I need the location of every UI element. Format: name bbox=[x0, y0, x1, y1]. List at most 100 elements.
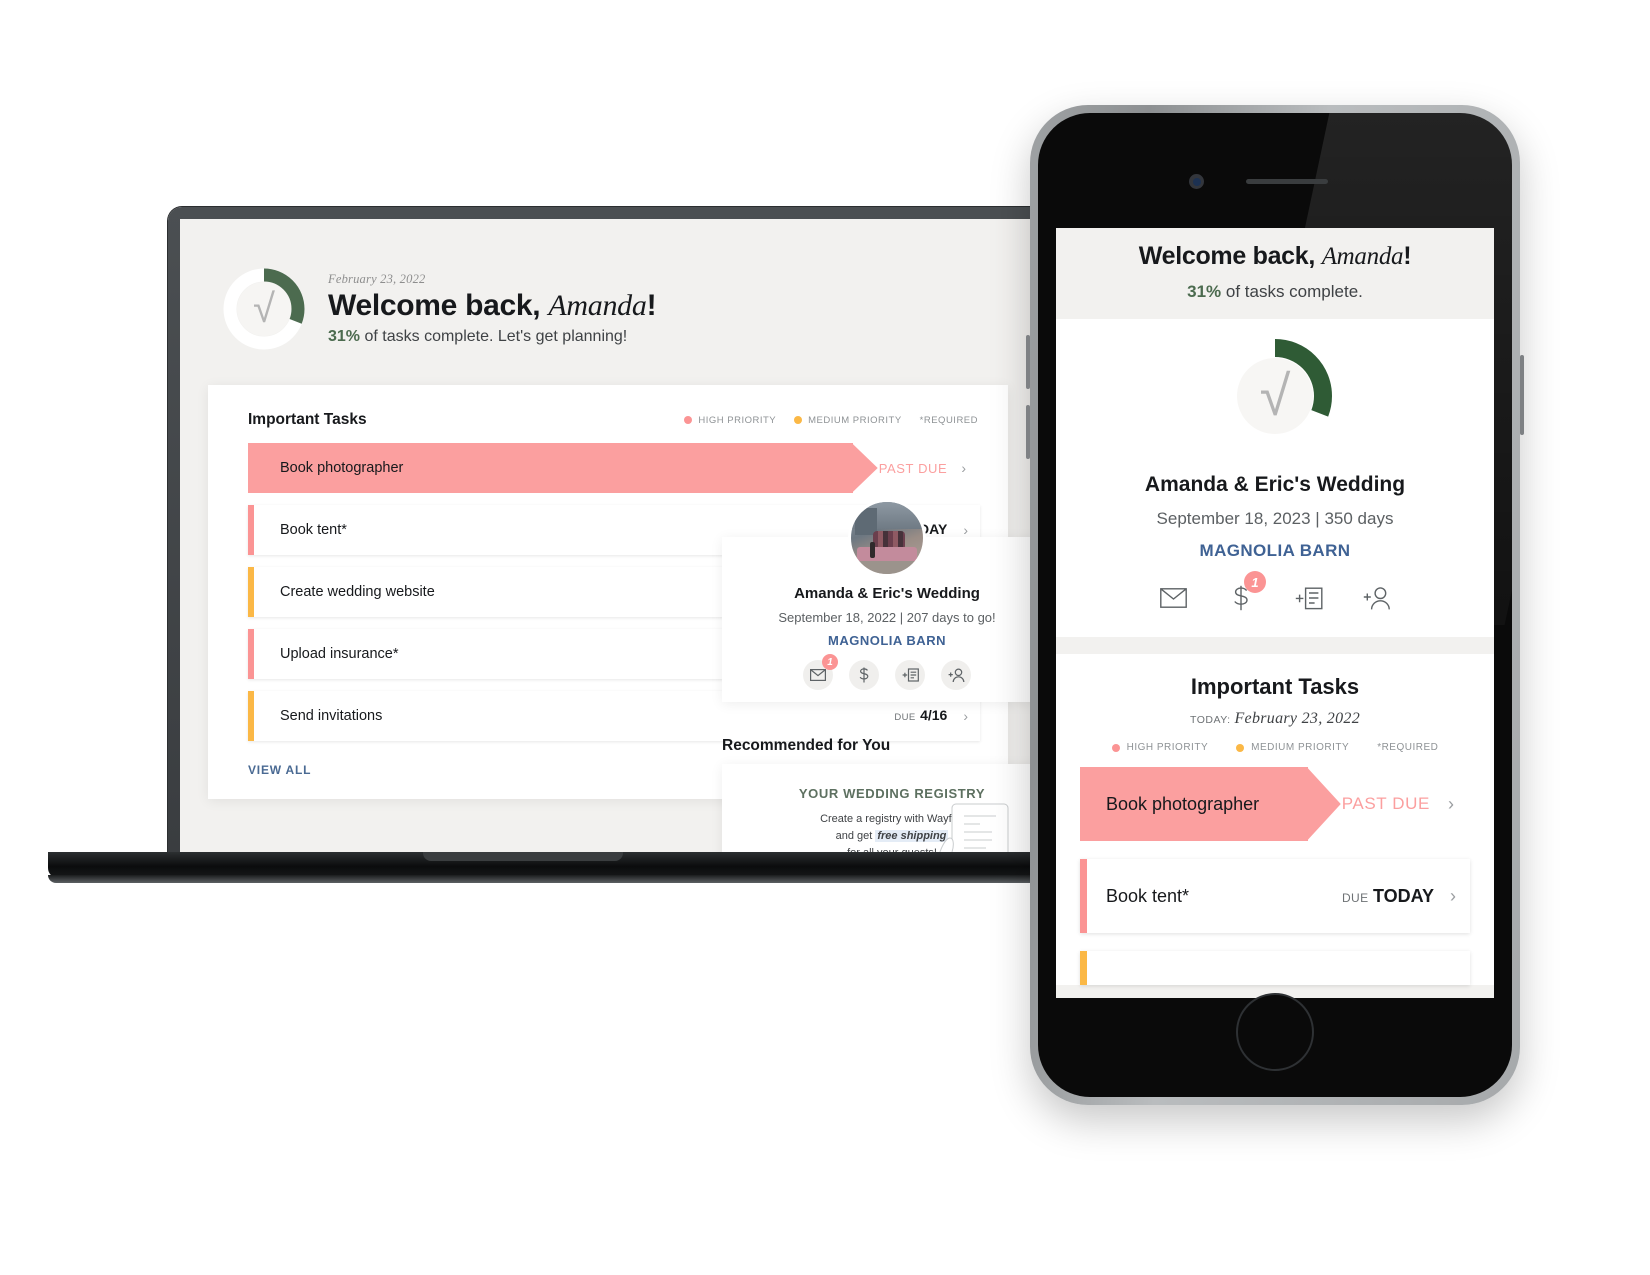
phone-inner-glass: Welcome back, Amanda! 31% of tasks compl… bbox=[1038, 113, 1512, 1097]
task-name: Create wedding website bbox=[280, 584, 435, 600]
today-date: February 23, 2022 bbox=[328, 272, 426, 286]
task-row[interactable] bbox=[1080, 951, 1470, 985]
legend-high: HIGH PRIORITY bbox=[684, 415, 776, 426]
laptop-viewport: √ February 23, 2022 Welcome back, Amanda… bbox=[180, 219, 1036, 852]
task-due: DUE TODAY › bbox=[1342, 886, 1470, 907]
phone-viewport: Welcome back, Amanda! 31% of tasks compl… bbox=[1056, 228, 1494, 998]
legend-high: HIGH PRIORITY bbox=[1111, 742, 1209, 753]
tasks-title: Important Tasks bbox=[1190, 674, 1360, 699]
laptop-screen-bezel: √ February 23, 2022 Welcome back, Amanda… bbox=[168, 207, 1048, 852]
add-to-list-icon[interactable] bbox=[1292, 581, 1326, 615]
laptop-trackpad-notch bbox=[423, 852, 623, 861]
task-name: Upload insurance* bbox=[280, 646, 399, 662]
registry-illustration-icon bbox=[924, 800, 1034, 852]
progress-text: of tasks complete. Let's get planning! bbox=[364, 328, 628, 345]
laptop-device: √ February 23, 2022 Welcome back, Amanda… bbox=[48, 207, 1057, 883]
task-due: DUE 4/16 › bbox=[894, 707, 980, 725]
priority-legend: HIGH PRIORITY MEDIUM PRIORITY *REQUIRED bbox=[1056, 742, 1494, 753]
phone-device: Welcome back, Amanda! 31% of tasks compl… bbox=[1026, 105, 1524, 1105]
welcome-prefix: Welcome back, bbox=[328, 289, 541, 322]
due-label: DUE bbox=[894, 712, 916, 723]
phone-volume-button bbox=[1026, 335, 1030, 389]
home-button-icon[interactable] bbox=[1236, 993, 1314, 1071]
chevron-right-icon: › bbox=[963, 708, 968, 724]
priority-bar-medium bbox=[248, 567, 254, 617]
task-row[interactable]: Book tent* DUE TODAY › bbox=[1080, 859, 1470, 933]
wedding-venue-link[interactable]: MAGNOLIA BARN bbox=[722, 633, 1036, 648]
avatar[interactable] bbox=[848, 499, 926, 577]
task-name: Book tent* bbox=[1106, 885, 1190, 906]
wedding-title: Amanda & Eric's Wedding bbox=[1144, 473, 1406, 496]
chevron-right-icon: › bbox=[1450, 886, 1456, 906]
chevron-right-icon: › bbox=[963, 522, 968, 538]
registry-promo-card: YOUR WEDDING REGISTRY Create a registry … bbox=[722, 764, 1036, 852]
envelope-icon[interactable]: 1 bbox=[803, 654, 838, 690]
registry-line2-prefix: and get bbox=[835, 830, 876, 843]
past-due-flag: PAST DUE › bbox=[852, 443, 980, 493]
add-to-list-icon[interactable] bbox=[895, 660, 925, 690]
laptop-welcome-header: √ February 23, 2022 Welcome back, Amanda… bbox=[180, 219, 1036, 351]
priority-bar-medium bbox=[1080, 951, 1087, 985]
phone-page-title: Welcome back, Amanda! bbox=[1056, 242, 1494, 271]
task-list: Book photographer PAST DUE › Book tent* … bbox=[1056, 753, 1494, 985]
phone-progress-subtitle: 31% of tasks complete. bbox=[1056, 282, 1494, 302]
wedding-date-countdown: September 18, 2022 | 207 days to go! bbox=[778, 610, 996, 625]
due-value: 4/16 bbox=[920, 707, 948, 723]
add-person-icon[interactable] bbox=[1360, 581, 1394, 615]
wedding-venue-link[interactable]: MAGNOLIA BARN bbox=[1056, 541, 1494, 561]
tasks-title: Important Tasks bbox=[248, 411, 367, 428]
tasks-header: Important Tasks HIGH PRIORITY MEDIUM PRI… bbox=[208, 385, 1008, 443]
dollar-icon[interactable] bbox=[849, 660, 879, 690]
legend-high-label: HIGH PRIORITY bbox=[698, 414, 777, 426]
welcome-text-block: February 23, 2022 Welcome back, Amanda! … bbox=[328, 272, 657, 346]
progress-subtitle: 31% of tasks complete. Let's get plannin… bbox=[328, 328, 656, 346]
dollar-icon[interactable]: 1 bbox=[1224, 571, 1266, 615]
priority-bar-high bbox=[248, 629, 254, 679]
legend-medium: MEDIUM PRIORITY bbox=[794, 415, 902, 426]
legend-medium: MEDIUM PRIORITY bbox=[1236, 742, 1349, 753]
today-date-row: TODAY: February 23, 2022 bbox=[1056, 710, 1494, 728]
due-value: TODAY bbox=[1372, 885, 1434, 906]
envelope-icon[interactable] bbox=[1156, 581, 1190, 615]
welcome-suffix: ! bbox=[1403, 242, 1412, 270]
laptop-foot bbox=[48, 875, 1048, 883]
wedding-summary-card: Amanda & Eric's Wedding September 18, 20… bbox=[722, 499, 1036, 702]
notification-badge: 1 bbox=[1244, 571, 1266, 593]
priority-bar-high bbox=[248, 505, 254, 555]
today-date: February 23, 2022 bbox=[1234, 710, 1360, 727]
task-row[interactable]: Book photographer PAST DUE › bbox=[1080, 767, 1470, 841]
progress-text: of tasks complete. bbox=[1225, 282, 1363, 301]
checkmark-icon: √ bbox=[1259, 364, 1291, 427]
legend-medium-label: MEDIUM PRIORITY bbox=[808, 414, 902, 426]
avatar-photo-layer bbox=[869, 542, 875, 559]
due-label: DUE bbox=[1341, 890, 1369, 905]
legend-required-label: *REQUIRED bbox=[1377, 742, 1439, 753]
user-name: Amanda bbox=[548, 289, 647, 322]
phone-progress-ring-wrap: √ bbox=[1056, 337, 1494, 455]
chevron-right-icon: › bbox=[1448, 794, 1454, 814]
phone-important-tasks-panel: Important Tasks TODAY: February 23, 2022… bbox=[1056, 654, 1494, 985]
checkmark-icon: √ bbox=[253, 287, 275, 331]
progress-percent: 31% bbox=[328, 328, 361, 345]
front-camera-icon bbox=[1189, 174, 1204, 189]
notification-badge: 1 bbox=[822, 654, 838, 670]
legend-required-label: *REQUIRED bbox=[919, 414, 978, 426]
task-name: Send invitations bbox=[280, 708, 383, 724]
task-row[interactable]: Book photographer PAST DUE › bbox=[248, 443, 980, 493]
user-name: Amanda bbox=[1321, 243, 1404, 270]
wedding-date-countdown: September 18, 2023 | 350 days bbox=[1156, 509, 1394, 528]
phone-welcome-header: Welcome back, Amanda! 31% of tasks compl… bbox=[1056, 228, 1494, 302]
today-label: TODAY: bbox=[1190, 714, 1231, 726]
medium-priority-dot-icon bbox=[794, 416, 803, 424]
phone-wedding-summary-card: √ Amanda & Eric's Wedding September 18, … bbox=[1056, 319, 1494, 637]
task-name: Book tent* bbox=[280, 522, 347, 538]
task-name: Book photographer bbox=[280, 460, 404, 476]
recommended-section-title: Recommended for You bbox=[722, 737, 891, 754]
quick-actions-row: 1 bbox=[722, 654, 1036, 690]
add-person-icon[interactable] bbox=[941, 660, 971, 690]
page-title: Welcome back, Amanda! bbox=[328, 289, 657, 323]
screenshot-canvas: √ February 23, 2022 Welcome back, Amanda… bbox=[0, 0, 1650, 1275]
phone-volume-button bbox=[1026, 405, 1030, 459]
past-due-flag: PAST DUE › bbox=[1307, 767, 1470, 841]
phone-power-button bbox=[1520, 355, 1524, 435]
